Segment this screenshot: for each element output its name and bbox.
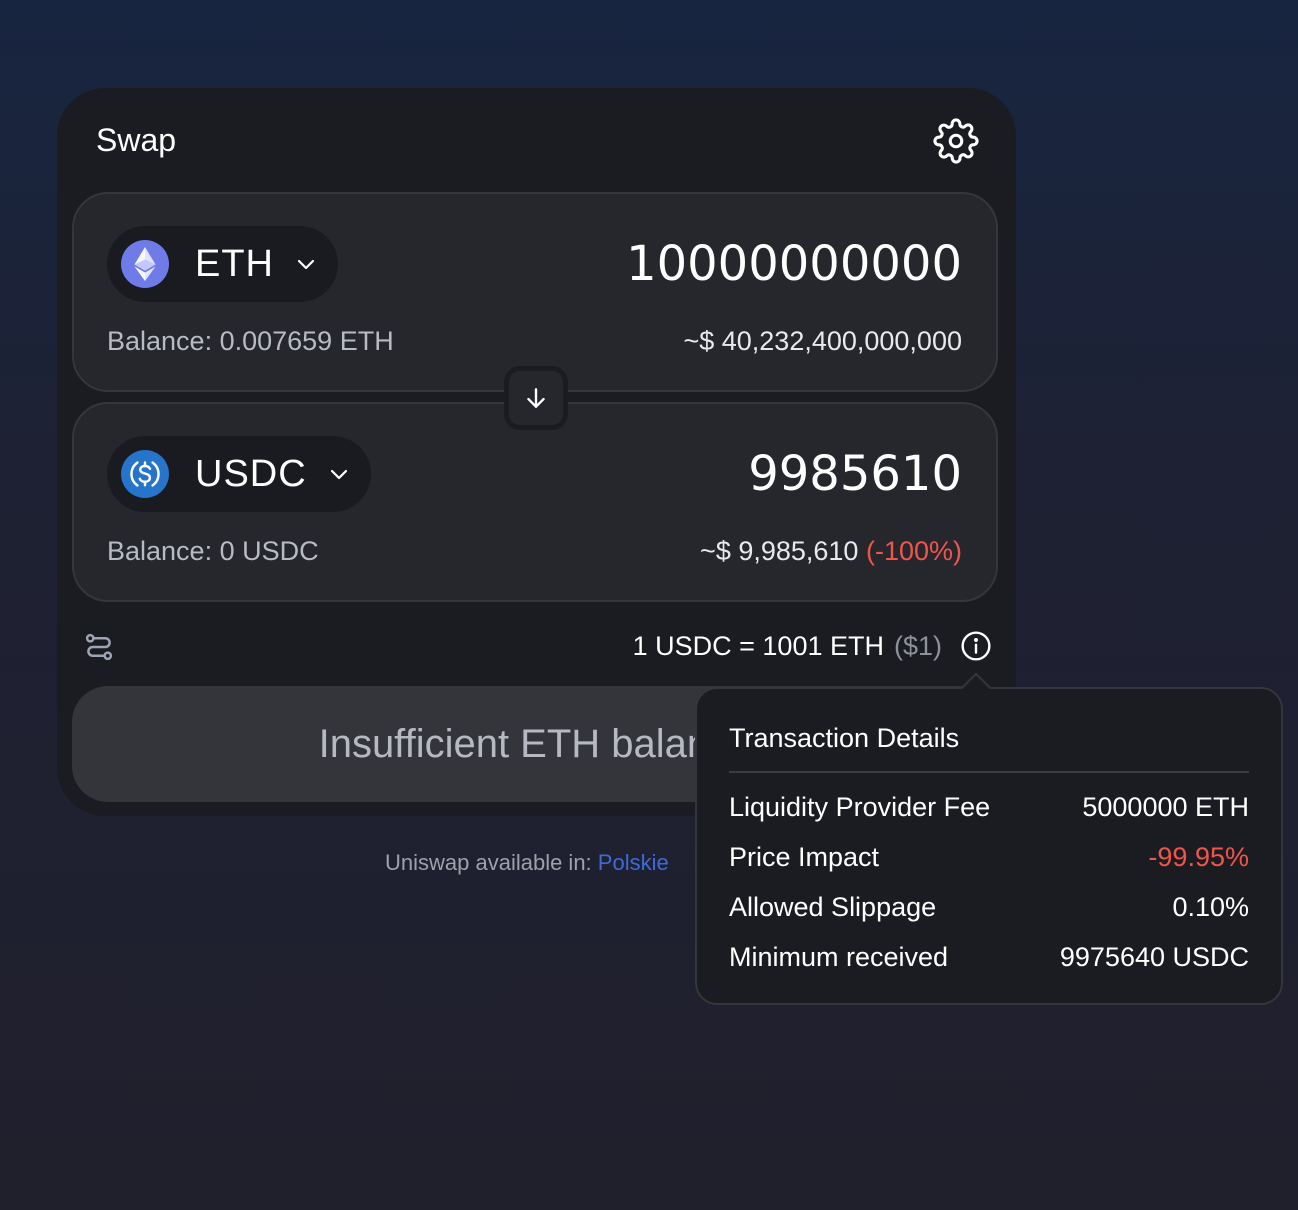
- usdc-logo-icon: [121, 450, 169, 498]
- to-usd-value: ~$ 9,985,610 (-100%): [700, 536, 962, 567]
- detail-value: 0.10%: [1172, 891, 1249, 922]
- to-usd-amount: ~$ 9,985,610: [700, 536, 859, 566]
- language-link[interactable]: Polskie: [598, 850, 669, 875]
- detail-value: 5000000 ETH: [1082, 791, 1249, 822]
- from-balance: Balance: 0.007659 ETH: [107, 326, 394, 356]
- price-impact-badge: (-100%): [865, 536, 962, 566]
- transaction-details-tooltip: Transaction Details Liquidity Provider F…: [695, 672, 1283, 1005]
- arrow-down-icon: [527, 388, 545, 408]
- to-token-panel: USDC 9985610 Balance: 0 USDC ~$ 9,985,61…: [72, 402, 998, 602]
- detail-row-price-impact: Price Impact -99.95%: [729, 837, 1249, 877]
- detail-row-lp-fee: Liquidity Provider Fee 5000000 ETH: [729, 787, 1249, 827]
- switch-tokens-button[interactable]: [504, 366, 568, 430]
- swap-title: Swap: [96, 122, 177, 158]
- chevron-down-icon: [297, 259, 315, 270]
- eth-logo-icon: [121, 240, 169, 288]
- footer-text: Uniswap available in:: [385, 850, 592, 875]
- detail-row-minimum-received: Minimum received 9975640 USDC: [729, 937, 1249, 977]
- chevron-down-icon: [330, 469, 347, 480]
- gear-icon[interactable]: [933, 118, 979, 164]
- to-token-symbol: USDC: [195, 452, 307, 495]
- detail-label: Price Impact: [729, 841, 880, 872]
- detail-label: Minimum received: [729, 941, 949, 972]
- from-usd-value: ~$ 40,232,400,000,000: [683, 326, 962, 356]
- detail-row-slippage: Allowed Slippage 0.10%: [729, 887, 1249, 927]
- to-token-selector[interactable]: USDC: [107, 436, 371, 512]
- from-amount-input[interactable]: 10000000000: [626, 234, 962, 294]
- from-token-panel: ETH 10000000000 Balance: 0.007659 ETH ~$…: [72, 192, 998, 392]
- detail-label: Allowed Slippage: [729, 891, 937, 922]
- from-token-selector[interactable]: ETH: [107, 226, 338, 302]
- rate-text: 1 USDC = 1001 ETH: [632, 630, 884, 661]
- tooltip-divider: [729, 771, 1249, 773]
- detail-label: Liquidity Provider Fee: [729, 791, 991, 822]
- exchange-rate[interactable]: 1 USDC = 1001 ETH ($1): [633, 628, 992, 664]
- detail-value: 9975640 USDC: [1059, 941, 1249, 972]
- detail-value: -99.95%: [1148, 841, 1249, 872]
- from-token-symbol: ETH: [195, 242, 274, 285]
- info-icon[interactable]: [960, 630, 992, 662]
- tooltip-title: Transaction Details: [729, 723, 960, 753]
- language-footer: Uniswap available in: Polskie: [385, 850, 669, 876]
- to-balance: Balance: 0 USDC: [107, 536, 319, 566]
- route-icon[interactable]: [84, 632, 114, 662]
- to-amount-input[interactable]: 9985610: [748, 444, 962, 504]
- rate-usd: ($1): [893, 630, 942, 661]
